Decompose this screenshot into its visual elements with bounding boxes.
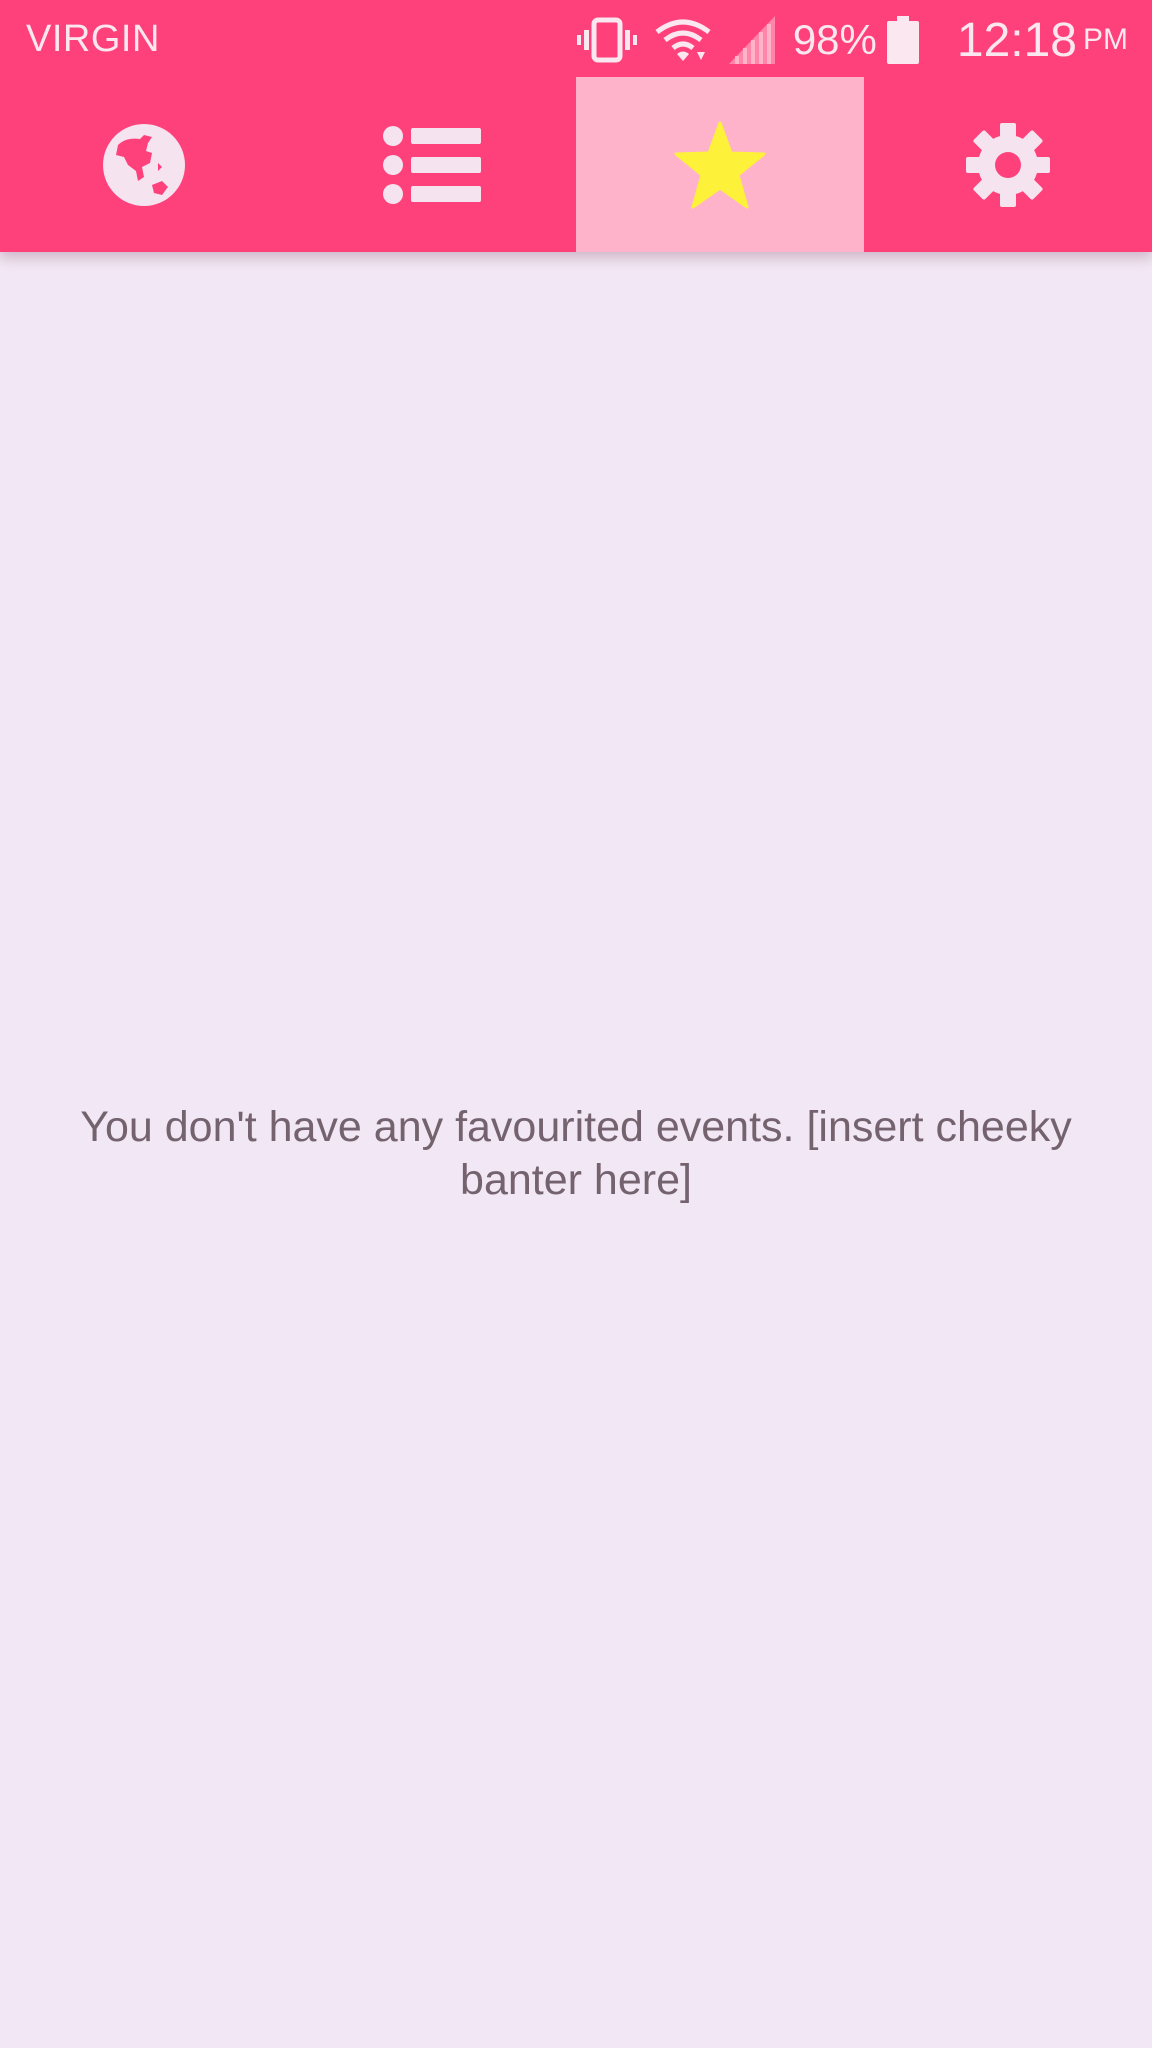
tab-bar bbox=[0, 77, 1152, 252]
list-icon bbox=[383, 125, 481, 204]
cell-signal-icon bbox=[728, 16, 775, 64]
vibrate-icon bbox=[576, 16, 637, 64]
tab-favourites[interactable] bbox=[576, 77, 864, 252]
battery-percent: 98% bbox=[792, 16, 877, 63]
tab-map[interactable] bbox=[0, 77, 288, 252]
favourites-page: You don't have any favourited events. [i… bbox=[0, 252, 1152, 2048]
app-bar: VIRGIN 98% 12:18 PM bbox=[0, 0, 1152, 252]
globe-icon bbox=[102, 123, 186, 207]
battery-icon bbox=[886, 16, 919, 64]
status-bar: VIRGIN 98% 12:18 PM bbox=[0, 0, 1152, 77]
star-icon bbox=[674, 121, 766, 209]
clock-time: 12:18 bbox=[956, 13, 1077, 67]
empty-favourites-message: You don't have any favourited events. [i… bbox=[80, 1103, 1072, 1204]
gear-icon bbox=[966, 122, 1050, 207]
wifi-icon bbox=[655, 18, 711, 62]
clock-ampm: PM bbox=[1083, 23, 1128, 56]
status-icons: 98% 12:18 PM bbox=[576, 10, 1128, 70]
tab-list[interactable] bbox=[288, 77, 576, 252]
carrier-name: VIRGIN bbox=[26, 18, 160, 60]
tab-settings[interactable] bbox=[864, 77, 1152, 252]
